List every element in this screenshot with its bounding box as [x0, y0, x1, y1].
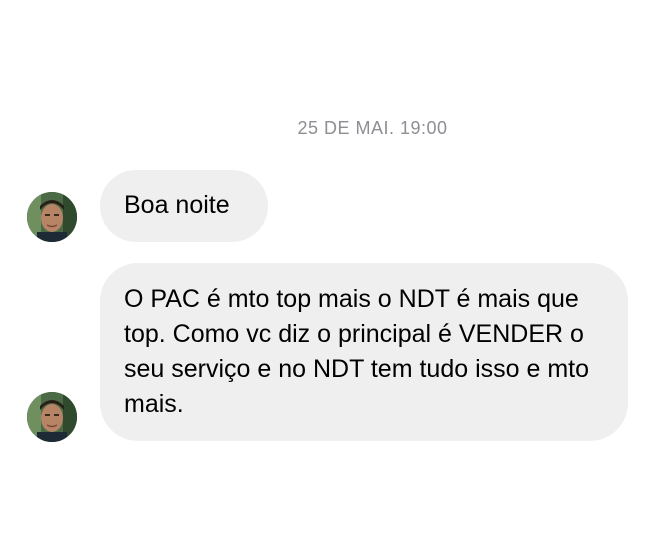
contact-avatar[interactable] — [27, 392, 77, 442]
message-text: O PAC é mto top mais o NDT é mais que to… — [124, 285, 590, 418]
message-timestamp: 25 DE MAI. 19:00 — [297, 118, 448, 138]
chat-thread: 25 DE MAI. 19:00 Boa noite O PAC é mto t… — [0, 0, 650, 550]
message-bubble[interactable]: O PAC é mto top mais o NDT é mais que to… — [100, 263, 628, 441]
message-bubble[interactable]: Boa noite — [100, 170, 268, 242]
contact-avatar-icon — [27, 192, 77, 242]
contact-avatar[interactable] — [27, 192, 77, 242]
contact-avatar-icon — [27, 392, 77, 442]
message-text: Boa noite — [124, 191, 230, 219]
